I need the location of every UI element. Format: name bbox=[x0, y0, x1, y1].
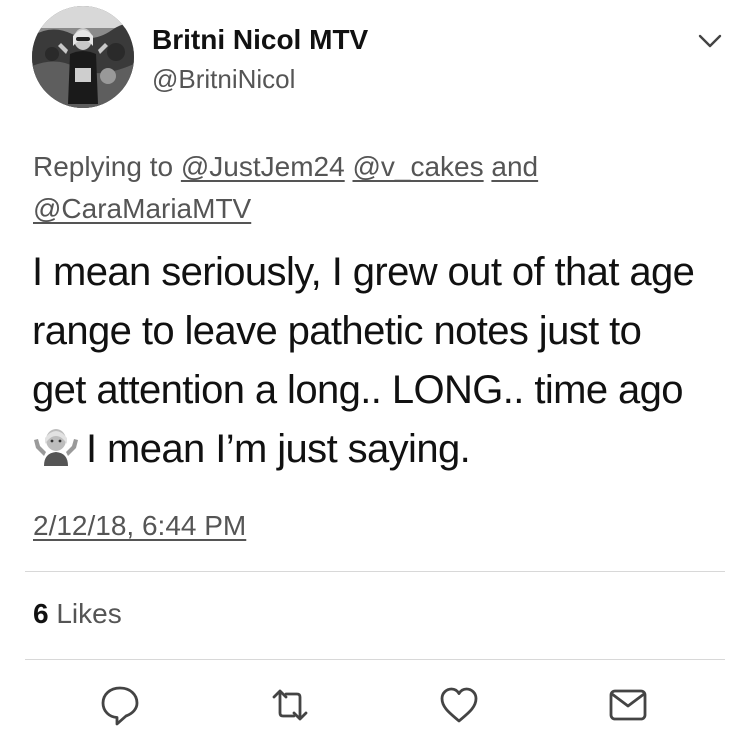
mention-link[interactable]: @JustJem24 bbox=[181, 151, 345, 182]
tweet-text: I mean seriously, I grew out of that age… bbox=[32, 243, 732, 479]
replying-to-label: Replying to bbox=[33, 151, 181, 182]
mention-link[interactable]: @v_cakes bbox=[352, 151, 483, 182]
tweet-line: I mean seriously, I grew out of that age bbox=[32, 250, 695, 294]
likes-number: 6 bbox=[33, 598, 49, 629]
display-name[interactable]: Britni Nicol MTV bbox=[152, 24, 368, 56]
tweet-line-with-emoji: I mean I’m just saying. bbox=[32, 420, 732, 479]
like-icon[interactable] bbox=[437, 683, 481, 727]
divider bbox=[25, 571, 725, 572]
timestamp[interactable]: 2/12/18, 6:44 PM bbox=[33, 510, 246, 542]
chevron-down-icon[interactable] bbox=[697, 32, 723, 50]
tweet-line: range to leave pathetic notes just to bbox=[32, 309, 642, 353]
divider bbox=[25, 659, 725, 660]
tweet-line: get attention a long.. LONG.. time ago bbox=[32, 368, 684, 412]
mention-conjunction: and bbox=[491, 151, 539, 182]
tweet-header: Britni Nicol MTV @BritniNicol bbox=[32, 6, 732, 116]
avatar[interactable] bbox=[32, 6, 134, 108]
reply-icon[interactable] bbox=[98, 683, 142, 727]
tweet-line: I mean I’m just saying. bbox=[86, 427, 471, 471]
mention-link[interactable]: @CaraMariaMTV bbox=[33, 193, 251, 224]
shrugging-person-emoji bbox=[32, 424, 80, 466]
likes-count[interactable]: 6 Likes bbox=[33, 598, 122, 630]
handle[interactable]: @BritniNicol bbox=[152, 64, 295, 95]
retweet-icon[interactable] bbox=[268, 683, 312, 727]
likes-label: Likes bbox=[56, 598, 122, 629]
message-icon[interactable] bbox=[606, 683, 650, 727]
replying-to: Replying to @JustJem24 @v_cakes and @Cara… bbox=[33, 146, 723, 230]
